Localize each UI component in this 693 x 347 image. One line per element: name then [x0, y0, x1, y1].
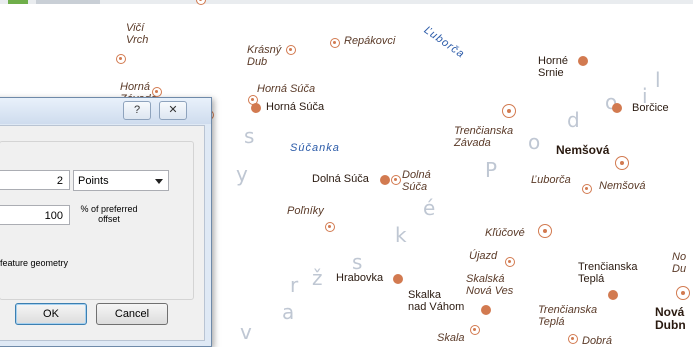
town-hall-marker-icon[interactable] [538, 224, 552, 238]
region-letter: é [423, 196, 436, 220]
place-label: Krásný Dub [247, 44, 282, 68]
place-label: Skala [437, 332, 465, 344]
offset-input[interactable]: 100 [0, 205, 70, 225]
place-label: Dolná Súča [402, 169, 431, 193]
town-marker-icon[interactable] [612, 103, 622, 113]
dialog-titlebar[interactable]: ? ✕ [0, 98, 211, 124]
place-label: Újazd [469, 250, 498, 262]
region-letter: P [485, 158, 498, 182]
town-hall-marker-icon[interactable] [502, 104, 516, 118]
place-label: Skalka nad Váhom [408, 289, 465, 313]
close-button[interactable]: ✕ [159, 101, 187, 120]
place-label: Ľuborča [531, 174, 571, 186]
dialog-client-area: 2 Points 100 % of preferred offset featu… [0, 125, 205, 341]
village-marker-icon[interactable] [286, 45, 296, 55]
place-label: Dobrá [582, 335, 612, 344]
village-marker-icon[interactable] [325, 222, 335, 232]
place-label: Horná Súča [266, 101, 325, 113]
place-label: Horné Srnie [538, 55, 568, 79]
village-marker-icon[interactable] [582, 184, 592, 194]
place-label: Skalská Nová Ves [466, 273, 514, 297]
size-input[interactable]: 2 [0, 170, 70, 190]
units-selected-value: Points [78, 175, 109, 187]
town-marker-icon[interactable] [578, 56, 588, 66]
chevron-down-icon [155, 179, 163, 184]
region-letter: r [290, 273, 299, 297]
feature-geometry-checkbox-label[interactable]: feature geometry [0, 258, 68, 268]
place-label: Nemšová [599, 180, 646, 192]
village-marker-icon[interactable] [470, 325, 480, 335]
units-select[interactable]: Points [73, 170, 169, 191]
village-marker-icon[interactable] [152, 87, 162, 97]
place-label: Nová Dubn [655, 305, 686, 332]
place-label: Vičí Vrch [126, 22, 149, 46]
place-label: Borčice [632, 102, 669, 114]
region-letter: y [236, 162, 248, 186]
place-label: Trenčianska Teplá [538, 304, 598, 328]
offset-suffix-label: % of preferred offset [80, 204, 138, 225]
water-label-luborca: Ľuborča [421, 24, 467, 61]
town-hall-marker-icon[interactable] [676, 286, 690, 300]
place-label: Trenčianska Teplá [578, 261, 638, 285]
water-label-sucanka: Súčanka [290, 142, 340, 154]
village-marker-icon[interactable] [505, 257, 515, 267]
ok-button[interactable]: OK [15, 303, 87, 325]
place-label: Trenčianska Závada [454, 125, 514, 149]
cancel-button[interactable]: Cancel [96, 303, 168, 325]
place-label: Kľúčové [485, 227, 525, 239]
village-marker-icon[interactable] [330, 38, 340, 48]
region-letter: v [240, 320, 252, 344]
region-letter: s [244, 124, 255, 148]
place-label: Horná Súča [257, 83, 316, 95]
village-marker-icon[interactable] [568, 334, 578, 344]
region-letter: o [528, 130, 541, 154]
placement-settings-dialog: ? ✕ 2 Points 100 % of preferred offset f… [0, 97, 212, 347]
town-marker-icon[interactable] [251, 103, 261, 113]
town-marker-icon[interactable] [380, 175, 390, 185]
town-marker-icon[interactable] [393, 274, 403, 284]
region-letter: a [282, 300, 295, 324]
help-button[interactable]: ? [123, 101, 151, 120]
town-hall-marker-icon[interactable] [615, 156, 629, 170]
region-letter: d [567, 108, 580, 132]
town-marker-icon[interactable] [481, 305, 491, 315]
region-letter: l [655, 68, 661, 92]
place-label: Dolná Súča [312, 173, 369, 185]
place-label: Nemšová [556, 143, 610, 157]
region-letter: ž [312, 266, 323, 290]
place-label: No Du [672, 251, 687, 275]
region-letter: s [352, 250, 363, 274]
toolbar-green-bit [8, 0, 28, 4]
region-letter: k [395, 223, 407, 247]
town-marker-icon[interactable] [608, 290, 618, 300]
place-label: Hrabovka [336, 272, 384, 284]
place-label: Poľníky [287, 205, 324, 217]
village-marker-icon[interactable] [391, 175, 401, 185]
place-label: Repákovci [344, 35, 396, 47]
village-marker-icon[interactable] [116, 54, 126, 64]
toolbar-text-bit [36, 0, 100, 4]
village-marker-icon[interactable] [196, 0, 206, 5]
top-toolbar-strip [0, 0, 693, 4]
